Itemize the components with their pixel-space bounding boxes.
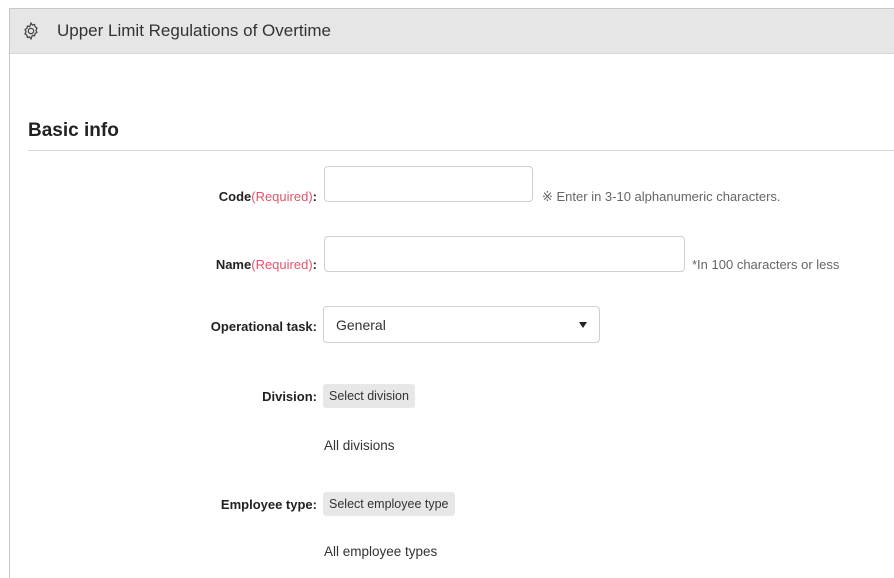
page-header: Upper Limit Regulations of Overtime (10, 9, 894, 54)
caret-down-icon (579, 322, 587, 328)
name-hint: *In 100 characters or less (692, 257, 840, 272)
division-label: Division: (262, 389, 317, 404)
employee-type-value: All employee types (324, 544, 438, 559)
select-employee-type-button[interactable]: Select employee type (323, 492, 455, 516)
main-panel: Upper Limit Regulations of Overtime Basi… (9, 8, 894, 578)
name-label-text: Name (215, 257, 252, 272)
code-label-colon: : (312, 189, 317, 204)
section-title: Basic info (28, 120, 119, 141)
employee-type-label: Employee type: (220, 497, 317, 512)
operational-task-label: Operational task: (210, 319, 317, 334)
section-divider (28, 150, 894, 151)
name-label: Name(Required): (216, 257, 317, 272)
code-hint: ※ Enter in 3-10 alphanumeric characters. (542, 189, 781, 204)
select-division-button[interactable]: Select division (323, 384, 415, 408)
operational-task-select[interactable]: General (323, 306, 600, 343)
division-value: All divisions (324, 438, 395, 453)
code-required-marker: (Required) (251, 189, 313, 204)
page-title: Upper Limit Regulations of Overtime (57, 21, 332, 40)
operational-task-selected-value: General (336, 316, 386, 333)
code-input[interactable] (324, 166, 533, 202)
gear-icon[interactable] (20, 20, 42, 42)
code-label-text: Code (218, 189, 252, 204)
name-required-marker: (Required) (251, 257, 313, 272)
name-input[interactable] (324, 236, 685, 272)
code-label: Code(Required): (219, 189, 317, 204)
name-label-colon: : (312, 257, 317, 272)
